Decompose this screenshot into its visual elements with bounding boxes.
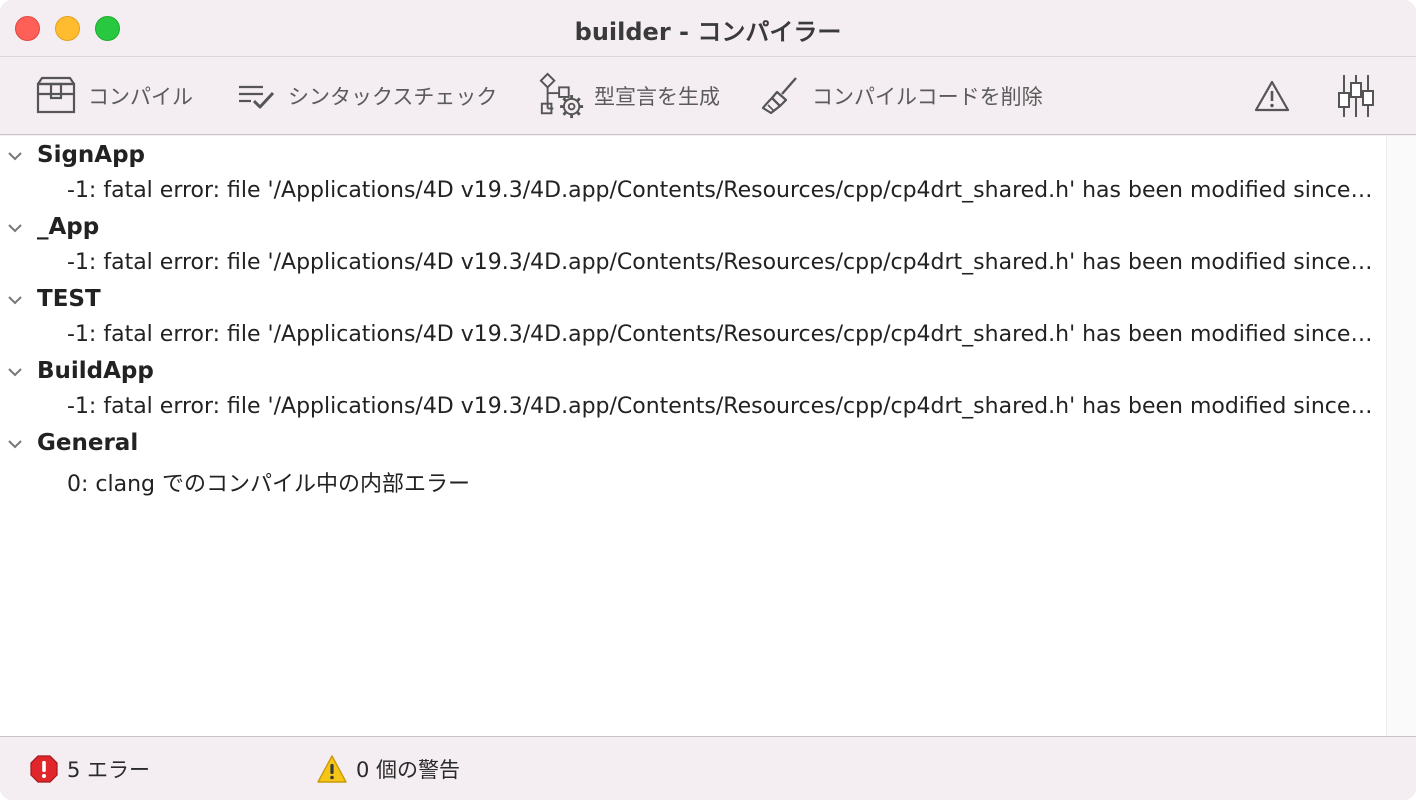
message-row[interactable]: -1: fatal error: file '/Applications/4D …	[0, 390, 1386, 426]
chevron-down-icon[interactable]	[7, 365, 23, 379]
generate-typing-label: 型宣言を生成	[594, 85, 720, 109]
group-label: _App	[37, 214, 100, 240]
chevron-down-icon[interactable]	[7, 293, 23, 307]
compiler-window: builder - コンパイラー コンパイル シンタックスチェック 型宣言を生成…	[0, 0, 1416, 800]
warning-icon	[317, 755, 347, 783]
warning-count-label: 0 個の警告	[356, 758, 461, 782]
group-row[interactable]: TEST	[0, 282, 1386, 318]
group-label: General	[37, 430, 139, 456]
message-row[interactable]: -1: fatal error: file '/Applications/4D …	[0, 174, 1386, 210]
compile-button[interactable]: コンパイル	[32, 57, 193, 135]
group-label: SignApp	[37, 142, 146, 168]
error-message: -1: fatal error: file '/Applications/4D …	[67, 250, 1379, 275]
chevron-down-icon[interactable]	[7, 149, 23, 163]
chevron-down-icon[interactable]	[7, 437, 23, 451]
message-row[interactable]: 0: clang でのコンパイル中の内部エラー	[0, 462, 1386, 498]
toolbar: コンパイル シンタックスチェック 型宣言を生成 コンパイルコードを削除	[0, 56, 1416, 135]
group-row[interactable]: General	[0, 426, 1386, 462]
structure-gear-icon	[538, 72, 586, 120]
compiler-options-button[interactable]	[1332, 57, 1380, 135]
group-row[interactable]: _App	[0, 210, 1386, 246]
warnings-toggle-button[interactable]	[1248, 57, 1296, 135]
syntax-check-label: シンタックスチェック	[288, 85, 498, 109]
warning-icon	[1248, 72, 1296, 120]
error-message: -1: fatal error: file '/Applications/4D …	[67, 322, 1379, 347]
chevron-down-icon[interactable]	[7, 221, 23, 235]
checklist-icon	[232, 72, 280, 120]
error-count-label: 5 エラー	[67, 758, 151, 782]
group-row[interactable]: SignApp	[0, 138, 1386, 174]
error-message: -1: fatal error: file '/Applications/4D …	[67, 178, 1379, 203]
generate-typing-button[interactable]: 型宣言を生成	[538, 57, 720, 135]
warning-count[interactable]: 0 個の警告	[316, 737, 460, 800]
clear-compiled-code-label: コンパイルコードを削除	[812, 85, 1043, 109]
package-icon	[32, 72, 80, 120]
error-message: -1: fatal error: file '/Applications/4D …	[67, 394, 1379, 419]
vertical-scrollbar[interactable]	[1386, 136, 1416, 736]
group-label: TEST	[37, 286, 101, 312]
syntax-check-button[interactable]: シンタックスチェック	[232, 57, 497, 135]
group-row[interactable]: BuildApp	[0, 354, 1386, 390]
error-message: 0: clang でのコンパイル中の内部エラー	[67, 472, 470, 497]
clear-compiled-code-button[interactable]: コンパイルコードを削除	[756, 57, 1043, 135]
title-bar: builder - コンパイラー	[0, 0, 1416, 56]
status-bar: 5 エラー 0 個の警告	[0, 736, 1416, 800]
sliders-icon	[1332, 72, 1380, 120]
error-icon	[30, 755, 58, 783]
window-title: builder - コンパイラー	[574, 18, 842, 46]
broom-icon	[756, 72, 804, 120]
compile-label: コンパイル	[88, 85, 193, 109]
message-row[interactable]: -1: fatal error: file '/Applications/4D …	[0, 318, 1386, 354]
results-list: SignApp -1: fatal error: file '/Applicat…	[0, 136, 1416, 736]
message-row[interactable]: -1: fatal error: file '/Applications/4D …	[0, 246, 1386, 282]
group-label: BuildApp	[37, 358, 154, 384]
error-count[interactable]: 5 エラー	[29, 737, 150, 800]
